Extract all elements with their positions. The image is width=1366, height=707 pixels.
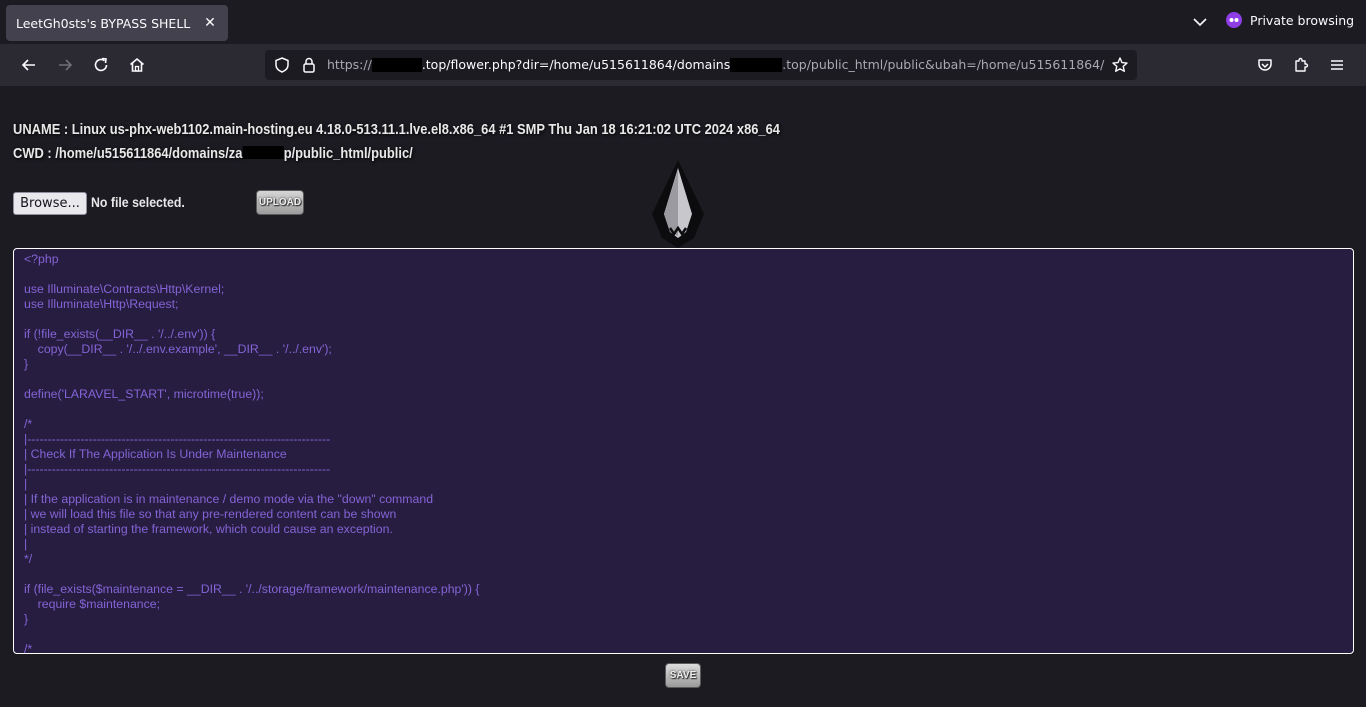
private-mask-icon [1226, 12, 1242, 28]
address-bar[interactable]: https:// .top/flower.php?dir=/home/u51561… [265, 50, 1137, 80]
forward-arrow-icon[interactable] [51, 51, 79, 79]
save-button[interactable]: SAVE [665, 663, 701, 688]
url-part-2: .top/public_html/public&ubah=/home/u5156… [782, 57, 1105, 72]
url-part-1: .top/flower.php?dir=/home/u515611864/dom… [421, 57, 731, 72]
reload-icon[interactable] [87, 51, 115, 79]
url-scheme: https:// [327, 57, 372, 72]
back-arrow-icon[interactable] [15, 51, 43, 79]
nav-bar: https:// .top/flower.php?dir=/home/u51561… [0, 44, 1366, 86]
tab-bar: LeetGh0sts's BYPASS SHELL ✕ Private brow… [0, 0, 1366, 44]
app-menu-icon[interactable] [1323, 51, 1351, 79]
url-text[interactable]: https:// .top/flower.php?dir=/home/u51561… [327, 57, 1105, 72]
upload-button[interactable]: UPLOAD [256, 190, 304, 215]
url-redaction [730, 58, 783, 72]
cwd-line: CWD : /home/u515611864/domains/za p/publi… [13, 145, 413, 162]
pocket-icon[interactable] [1251, 51, 1279, 79]
private-browsing-indicator: Private browsing [1226, 12, 1354, 28]
bookmark-star-icon[interactable] [1111, 56, 1129, 78]
code-content: <?php use Illuminate\Contracts\Http\Kern… [24, 252, 480, 654]
private-browsing-label: Private browsing [1250, 12, 1355, 28]
home-icon[interactable] [123, 51, 151, 79]
spear-logo-icon [652, 160, 704, 248]
browse-button[interactable]: Browse... [13, 192, 87, 215]
uname-line: UNAME : Linux us-phx-web1102.main-hostin… [13, 121, 780, 138]
web-page: UNAME : Linux us-phx-web1102.main-hostin… [0, 86, 1366, 707]
cwd-redaction [242, 146, 284, 159]
cwd-prefix: CWD : /home/u515611864/domains/za [13, 145, 243, 162]
url-redaction [371, 58, 422, 72]
cwd-suffix: p/public_html/public/ [283, 145, 413, 162]
tracking-shield-icon[interactable] [273, 56, 291, 78]
tab-list-chevron-icon[interactable] [1188, 12, 1212, 32]
padlock-icon[interactable] [301, 56, 317, 78]
extensions-icon[interactable] [1287, 51, 1315, 79]
tab-title: LeetGh0sts's BYPASS SHELL [16, 15, 191, 31]
file-status-label: No file selected. [91, 194, 185, 210]
active-tab[interactable]: LeetGh0sts's BYPASS SHELL ✕ [6, 5, 228, 41]
tab-close-icon[interactable]: ✕ [201, 14, 219, 32]
code-editor-textarea[interactable]: <?php use Illuminate\Contracts\Http\Kern… [13, 248, 1354, 654]
